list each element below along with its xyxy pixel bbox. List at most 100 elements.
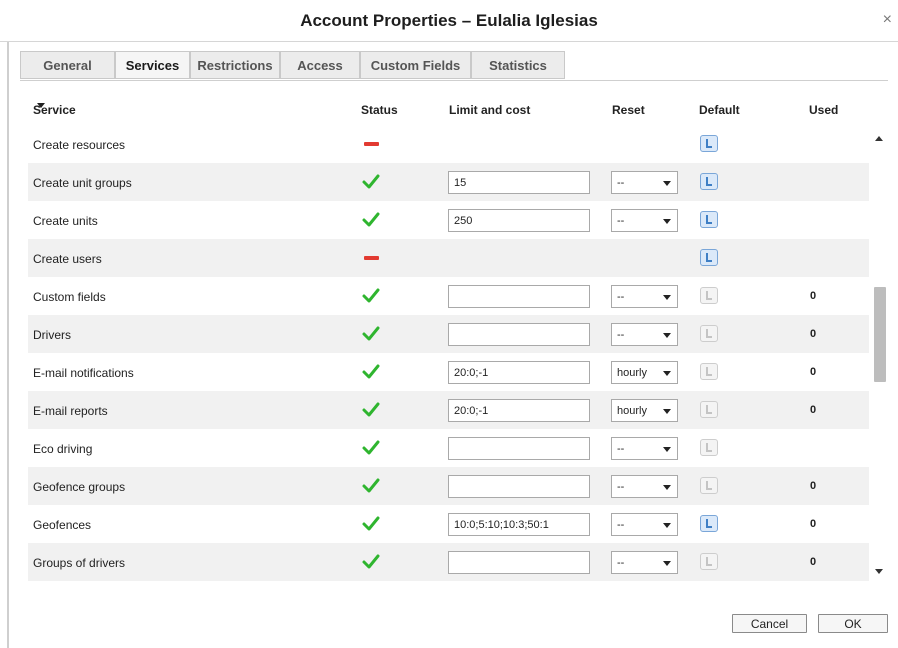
- limit-cost-input[interactable]: [448, 551, 590, 574]
- tab-bar-divider: [20, 80, 888, 81]
- table-row[interactable]: Geofence groups -- 0: [28, 467, 869, 505]
- reset-select[interactable]: hourly: [611, 399, 678, 422]
- dialog-title: Account Properties – Eulalia Iglesias: [300, 11, 598, 30]
- default-info-glyph: [706, 177, 712, 186]
- checkmark-icon[interactable]: [361, 476, 381, 496]
- tab-statistics[interactable]: Statistics: [471, 51, 565, 79]
- column-header-used: Used: [809, 103, 839, 117]
- table-row[interactable]: E-mail reports 20:0;-1 hourly 0: [28, 391, 869, 429]
- service-name: E-mail reports: [33, 404, 108, 418]
- checkmark-icon[interactable]: [361, 286, 381, 306]
- checkmark-icon[interactable]: [361, 438, 381, 458]
- service-name: E-mail notifications: [33, 366, 134, 380]
- tab-custom-fields[interactable]: Custom Fields: [360, 51, 471, 79]
- reset-select-value: --: [617, 557, 625, 569]
- checkmark-icon[interactable]: [361, 324, 381, 344]
- reset-select[interactable]: hourly: [611, 361, 678, 384]
- service-name: Eco driving: [33, 442, 93, 456]
- tab-general[interactable]: General: [20, 51, 115, 79]
- chevron-down-icon: [663, 485, 671, 490]
- default-info-glyph: [706, 481, 712, 490]
- default-info-icon[interactable]: [700, 173, 718, 190]
- ok-button[interactable]: OK: [818, 614, 888, 633]
- reset-select-value: --: [617, 291, 625, 303]
- chevron-down-icon: [663, 181, 671, 186]
- limit-cost-input[interactable]: [448, 323, 590, 346]
- default-info-glyph: [706, 253, 712, 262]
- scroll-down-arrow-icon[interactable]: [875, 569, 883, 574]
- default-info-icon[interactable]: [700, 287, 718, 304]
- default-info-icon[interactable]: [700, 515, 718, 532]
- service-name: Groups of drivers: [33, 556, 126, 570]
- default-info-icon[interactable]: [700, 477, 718, 494]
- minus-icon[interactable]: [364, 142, 379, 146]
- limit-cost-input[interactable]: 20:0;-1: [448, 361, 590, 384]
- default-info-glyph: [706, 139, 712, 148]
- service-name: Custom fields: [33, 290, 106, 304]
- checkmark-icon[interactable]: [361, 362, 381, 382]
- reset-select[interactable]: --: [611, 437, 678, 460]
- minus-icon[interactable]: [364, 256, 379, 260]
- default-info-glyph: [706, 443, 712, 452]
- reset-select-value: hourly: [617, 367, 647, 379]
- reset-select[interactable]: --: [611, 475, 678, 498]
- tab-restrictions[interactable]: Restrictions: [190, 51, 280, 79]
- table-row[interactable]: Groups of drivers -- 0: [28, 543, 869, 581]
- table-row[interactable]: E-mail notifications 20:0;-1 hourly 0: [28, 353, 869, 391]
- default-info-icon[interactable]: [700, 363, 718, 380]
- default-info-icon[interactable]: [700, 401, 718, 418]
- default-info-icon[interactable]: [700, 249, 718, 266]
- default-info-icon[interactable]: [700, 135, 718, 152]
- reset-select-value: hourly: [617, 405, 647, 417]
- chevron-down-icon: [663, 333, 671, 338]
- reset-select[interactable]: --: [611, 209, 678, 232]
- table-row[interactable]: Create units 250 --: [28, 201, 869, 239]
- column-header-limit: Limit and cost: [449, 103, 531, 117]
- checkmark-icon[interactable]: [361, 552, 381, 572]
- checkmark-icon[interactable]: [361, 210, 381, 230]
- checkmark-icon[interactable]: [361, 172, 381, 192]
- chevron-down-icon: [663, 447, 671, 452]
- limit-cost-input[interactable]: [448, 437, 590, 460]
- table-row[interactable]: Eco driving --: [28, 429, 869, 467]
- reset-select[interactable]: --: [611, 551, 678, 574]
- reset-select[interactable]: --: [611, 513, 678, 536]
- table-header: Service Status Limit and cost Reset Defa…: [28, 103, 868, 119]
- table-row[interactable]: Geofences 10:0;5:10;10:3;50:1 -- 0: [28, 505, 869, 543]
- reset-select[interactable]: --: [611, 323, 678, 346]
- table-row[interactable]: Drivers -- 0: [28, 315, 869, 353]
- limit-cost-input[interactable]: 250: [448, 209, 590, 232]
- used-count: 0: [810, 404, 817, 416]
- limit-cost-input[interactable]: [448, 475, 590, 498]
- tab-access[interactable]: Access: [280, 51, 360, 79]
- used-count: 0: [810, 366, 817, 378]
- chevron-down-icon: [663, 371, 671, 376]
- limit-cost-input[interactable]: 20:0;-1: [448, 399, 590, 422]
- default-info-icon[interactable]: [700, 211, 718, 228]
- default-info-icon[interactable]: [700, 439, 718, 456]
- used-count: 0: [810, 290, 817, 302]
- limit-cost-input[interactable]: 10:0;5:10;10:3;50:1: [448, 513, 590, 536]
- default-info-icon[interactable]: [700, 325, 718, 342]
- reset-select[interactable]: --: [611, 285, 678, 308]
- reset-select[interactable]: --: [611, 171, 678, 194]
- scroll-up-arrow-icon[interactable]: [875, 136, 883, 141]
- column-header-status: Status: [361, 103, 398, 117]
- table-row[interactable]: Create unit groups 15 --: [28, 163, 869, 201]
- table-row[interactable]: Create resources: [28, 125, 869, 163]
- checkmark-icon[interactable]: [361, 400, 381, 420]
- chevron-down-icon: [663, 219, 671, 224]
- table-row[interactable]: Custom fields -- 0: [28, 277, 869, 315]
- cancel-button[interactable]: Cancel: [732, 614, 807, 633]
- vertical-scrollbar[interactable]: [871, 130, 888, 585]
- dialog-titlebar: Account Properties – Eulalia Iglesias ×: [0, 0, 898, 42]
- scrollbar-thumb[interactable]: [874, 287, 886, 382]
- limit-cost-input[interactable]: 15: [448, 171, 590, 194]
- close-icon[interactable]: ×: [883, 12, 892, 28]
- limit-cost-input[interactable]: [448, 285, 590, 308]
- default-info-icon[interactable]: [700, 553, 718, 570]
- used-count: 0: [810, 518, 817, 530]
- checkmark-icon[interactable]: [361, 514, 381, 534]
- tab-services[interactable]: Services: [115, 51, 190, 79]
- table-row[interactable]: Create users: [28, 239, 869, 277]
